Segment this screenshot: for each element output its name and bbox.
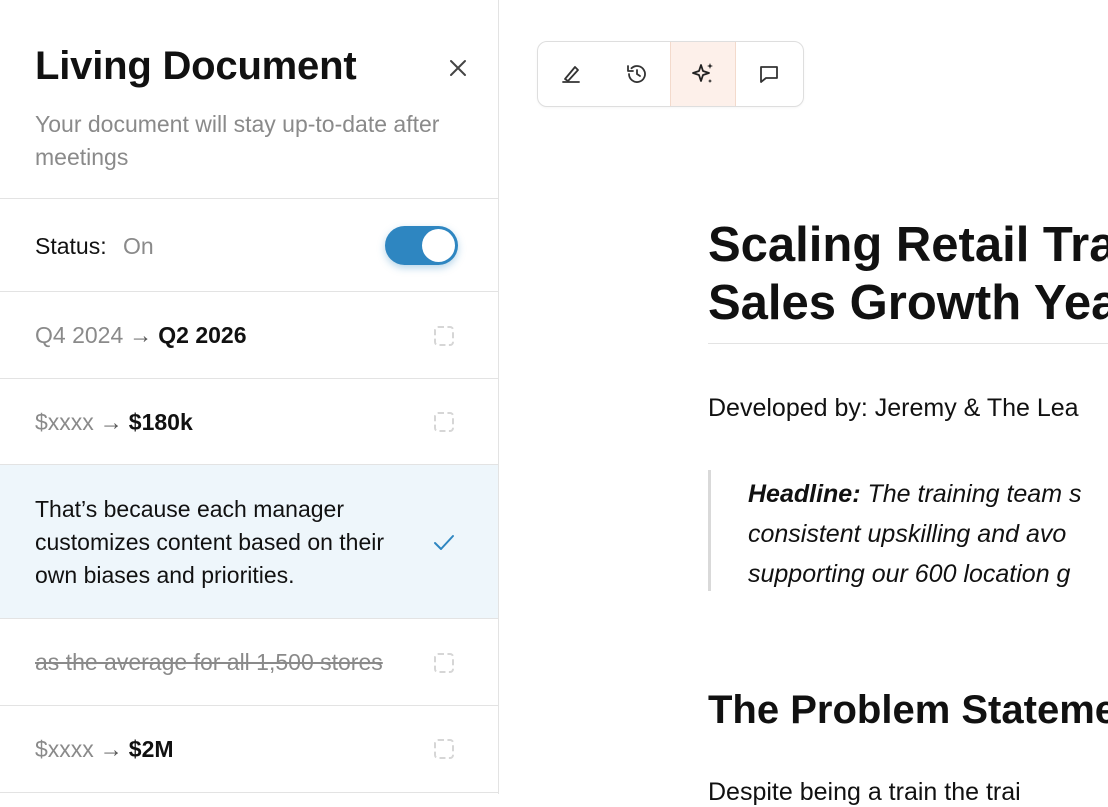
sparkles-icon: [692, 63, 713, 83]
status-value: On: [123, 233, 154, 259]
toggle-knob: [422, 229, 455, 262]
developed-by: Developed by: Jeremy & The Lea: [708, 394, 1079, 422]
change-text: $xxxx → $2M: [35, 736, 174, 763]
change-text: That’s because each manager customizes c…: [35, 496, 385, 588]
headline-blockquote: Headline: The training team s consistent…: [748, 474, 1081, 594]
panel-title: Living Document: [35, 44, 357, 88]
old-value: Q4 2024: [35, 322, 124, 348]
editor-toolbar: [537, 41, 804, 107]
old-value: $xxxx: [35, 409, 94, 435]
status-row: Status: On: [0, 199, 498, 292]
blockquote-bar: [708, 470, 711, 591]
paragraph-text: Despite being a train the trai: [708, 778, 1021, 806]
arrow-icon: →: [99, 736, 123, 762]
panel-header: Living Document Your document will stay …: [0, 0, 498, 199]
quote-line: supporting our 600 location g: [748, 560, 1071, 588]
headline-label: Headline:: [748, 480, 861, 508]
status-toggle[interactable]: [385, 226, 458, 265]
change-checkbox[interactable]: [434, 326, 454, 346]
quote-line: consistent upskilling and avo: [748, 520, 1067, 548]
title-line: Scaling Retail Tra: [708, 218, 1108, 272]
living-document-panel: Living Document Your document will stay …: [0, 0, 499, 794]
headline-text: The training team s: [860, 480, 1082, 508]
quote-line: Headline: The training team s: [748, 474, 1081, 514]
change-text: as the average for all 1,500 stores: [35, 649, 383, 676]
new-value: $180k: [128, 409, 193, 435]
new-value: Q2 2026: [158, 322, 247, 348]
change-item[interactable]: as the average for all 1,500 stores: [0, 619, 498, 706]
highlighter-button[interactable]: [538, 42, 604, 106]
change-text: Q4 2024 → Q2 2026: [35, 322, 247, 349]
comment-button[interactable]: [736, 42, 802, 106]
history-button[interactable]: [604, 42, 670, 106]
change-checkbox[interactable]: [434, 739, 454, 759]
status-label: Status:: [35, 233, 107, 259]
removed-text: as the average for all 1,500 stores: [35, 649, 383, 675]
change-checkbox[interactable]: [434, 653, 454, 673]
old-value: $xxxx: [35, 736, 94, 762]
change-item-selected[interactable]: That’s because each manager customizes c…: [0, 465, 498, 619]
arrow-icon: →: [129, 322, 153, 348]
panel-subtitle: Your document will stay up-to-date after…: [35, 111, 440, 170]
change-text: $xxxx → $180k: [35, 409, 193, 436]
change-item[interactable]: $xxxx → $2M: [0, 706, 498, 793]
document-title: Scaling Retail Tra Sales Growth Yea: [708, 216, 1108, 332]
ai-sparkles-button[interactable]: [670, 42, 736, 106]
change-item[interactable]: $xxxx → $180k: [0, 379, 498, 465]
title-line: Sales Growth Yea: [708, 276, 1108, 330]
change-item[interactable]: Q4 2024 → Q2 2026: [0, 292, 498, 379]
section-heading: The Problem Stateme: [708, 688, 1108, 732]
history-icon: [627, 65, 646, 83]
check-icon[interactable]: [432, 530, 456, 554]
comment-icon: [760, 66, 778, 83]
new-value: $2M: [128, 736, 174, 762]
title-divider: [708, 343, 1108, 344]
close-icon[interactable]: [446, 56, 470, 80]
highlighter-icon: [562, 66, 580, 83]
arrow-icon: →: [99, 409, 123, 435]
change-checkbox[interactable]: [434, 412, 454, 432]
